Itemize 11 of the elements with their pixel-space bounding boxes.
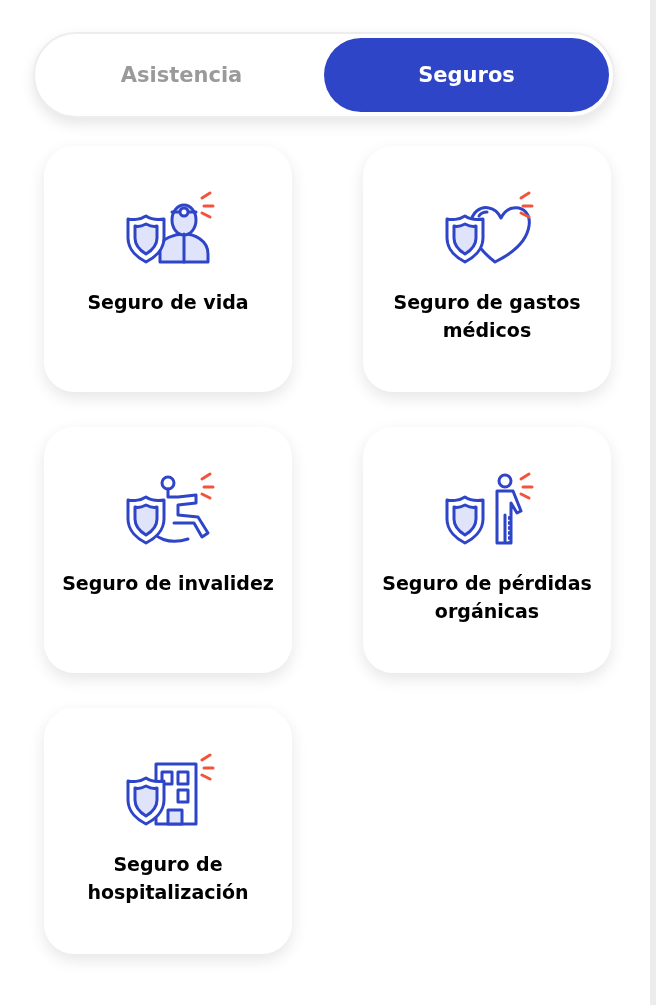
card-title: Seguro de vida	[86, 290, 250, 315]
tab[interactable]: Seguros	[324, 38, 609, 112]
insurance-card[interactable]: Seguro de invalidez	[44, 427, 292, 673]
insurance-card[interactable]: Seguro de vida	[44, 146, 292, 392]
insurance-card[interactable]: Seguro de pérdidas orgánicas	[363, 427, 611, 673]
card-title: Seguro de invalidez	[61, 571, 275, 596]
insurance-card[interactable]: Seguro de gastos médicos	[363, 146, 611, 392]
insurance-card[interactable]: Seguro de hospitalización	[44, 708, 292, 954]
card-title: Seguro de hospitalización	[86, 852, 250, 905]
card-title: Seguro de gastos médicos	[392, 290, 582, 343]
card-title: Seguro de pérdidas orgánicas	[381, 571, 593, 624]
